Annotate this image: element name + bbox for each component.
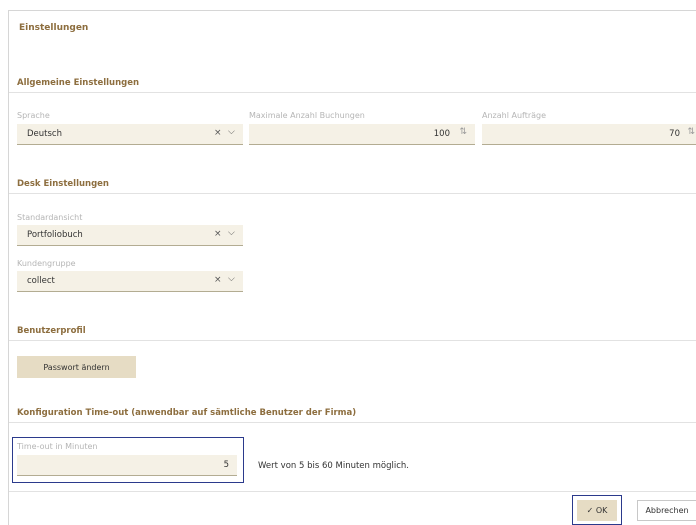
section-profile-heading: Benutzerprofil bbox=[17, 326, 86, 336]
language-label: Sprache bbox=[17, 111, 50, 120]
timeout-label: Time-out in Minuten bbox=[17, 442, 98, 451]
cancel-button[interactable]: Abbrechen bbox=[637, 500, 696, 521]
dialog-title: Einstellungen bbox=[19, 23, 89, 33]
language-select[interactable]: Deutsch × ⌵ bbox=[17, 124, 243, 145]
spinner-icon[interactable]: ⇅ bbox=[459, 127, 467, 137]
max-bookings-label: Maximale Anzahl Buchungen bbox=[249, 111, 365, 120]
order-count-label: Anzahl Aufträge bbox=[482, 111, 547, 120]
chevron-down-icon[interactable]: ⌵ bbox=[228, 127, 235, 137]
clear-icon[interactable]: × bbox=[214, 229, 222, 239]
order-count-input[interactable]: 70 ⇅ bbox=[482, 124, 696, 145]
customer-group-label: Kundengruppe bbox=[17, 259, 76, 268]
change-password-button[interactable]: Passwort ändern bbox=[17, 356, 136, 378]
clear-icon[interactable]: × bbox=[214, 275, 222, 285]
order-count-value: 70 bbox=[669, 129, 680, 139]
customer-group-select[interactable]: collect × ⌵ bbox=[17, 271, 243, 292]
timeout-hint: Wert von 5 bis 60 Minuten möglich. bbox=[258, 461, 409, 471]
spinner-icon[interactable]: ⇅ bbox=[687, 127, 695, 137]
clear-icon[interactable]: × bbox=[214, 128, 222, 138]
section-divider bbox=[9, 340, 696, 341]
section-divider bbox=[9, 422, 696, 423]
default-view-select[interactable]: Portfoliobuch × ⌵ bbox=[17, 225, 243, 246]
max-bookings-input[interactable]: 100 ⇅ bbox=[249, 124, 475, 145]
language-value: Deutsch bbox=[27, 129, 62, 139]
default-view-label: Standardansicht bbox=[17, 213, 83, 222]
check-icon: ✓ bbox=[586, 506, 594, 515]
section-general-heading: Allgemeine Einstellungen bbox=[17, 78, 140, 88]
timeout-input[interactable]: 5 bbox=[17, 455, 237, 476]
timeout-value: 5 bbox=[223, 460, 229, 470]
section-desk-heading: Desk Einstellungen bbox=[17, 179, 109, 189]
footer-divider bbox=[9, 491, 696, 492]
default-view-value: Portfoliobuch bbox=[27, 230, 83, 240]
ok-button[interactable]: ✓ OK bbox=[577, 500, 617, 521]
customer-group-value: collect bbox=[27, 276, 55, 286]
ok-label: OK bbox=[595, 506, 608, 515]
section-divider bbox=[9, 92, 696, 93]
section-timeout-heading: Konfiguration Time-out (anwendbar auf sä… bbox=[17, 408, 357, 418]
chevron-down-icon[interactable]: ⌵ bbox=[228, 228, 235, 238]
section-divider bbox=[9, 193, 696, 194]
chevron-down-icon[interactable]: ⌵ bbox=[228, 274, 235, 284]
max-bookings-value: 100 bbox=[433, 129, 450, 139]
settings-dialog: Einstellungen Allgemeine Einstellungen S… bbox=[8, 10, 696, 525]
